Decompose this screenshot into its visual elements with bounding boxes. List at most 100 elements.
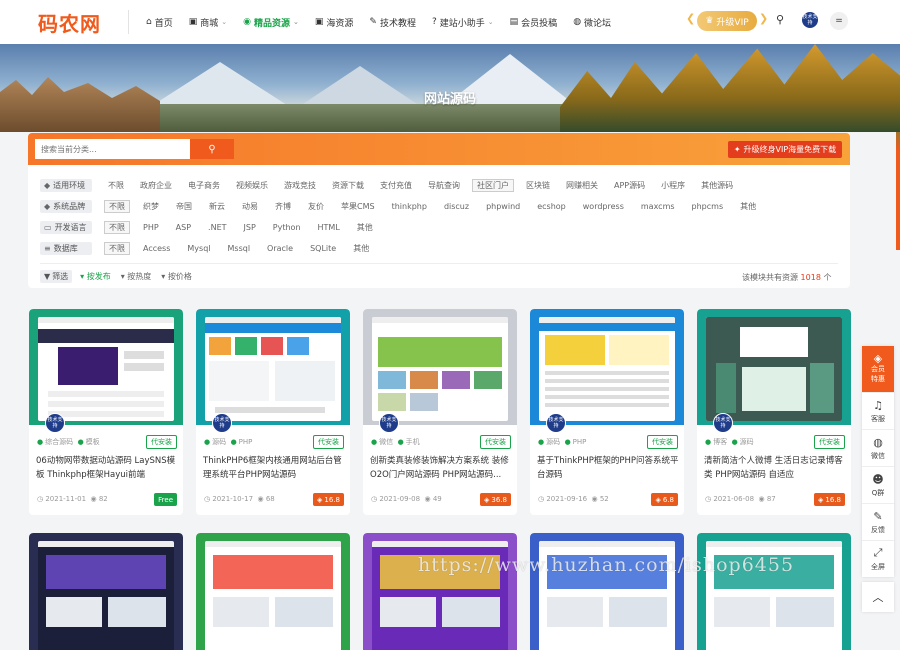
filter-option[interactable]: 社区门户: [472, 178, 514, 192]
filter-option[interactable]: 电子商务: [184, 179, 224, 192]
card-thumbnail[interactable]: [530, 533, 684, 650]
card-thumbnail[interactable]: [29, 309, 183, 425]
resource-card[interactable]: [697, 533, 851, 650]
card-thumbnail[interactable]: [363, 533, 517, 650]
filter-option[interactable]: 不限: [104, 199, 130, 213]
sort-option[interactable]: ▾ 按发布: [80, 271, 111, 282]
card-thumbnail[interactable]: [29, 533, 183, 650]
filter-option[interactable]: maxcms: [637, 200, 679, 213]
filter-option[interactable]: 小程序: [657, 179, 689, 192]
filter-option[interactable]: .NET: [204, 221, 230, 234]
filter-option[interactable]: wordpress: [579, 200, 628, 213]
screenshot-preview: [38, 541, 174, 650]
card-title[interactable]: 06动物网带数据动站源码 LaySNS模板 Thinkphp框架Hayui前端: [36, 454, 178, 482]
filter-option[interactable]: 苹果CMS: [337, 200, 379, 213]
category-search-button[interactable]: ⚲: [190, 139, 234, 159]
card-title[interactable]: 创新类真装修装饰解决方案系统 装修O2O门户网站源码 PHP网站源码...: [370, 454, 512, 482]
card-title[interactable]: 清新简洁个人微博 生活日志记录博客类 PHP网站源码 自适应: [704, 454, 846, 482]
card-thumbnail[interactable]: [196, 533, 350, 650]
filter-option[interactable]: 新云: [205, 200, 229, 213]
filter-option[interactable]: 不限: [104, 220, 130, 234]
upgrade-vip-button[interactable]: ♛ 升级VIP: [697, 11, 757, 31]
nav-item-4[interactable]: ✎ 技术教程: [369, 16, 416, 29]
filter-option[interactable]: SQLite: [306, 242, 340, 255]
filter-option[interactable]: 其他: [353, 221, 377, 234]
filter-option[interactable]: discuz: [440, 200, 473, 213]
nav-item-6[interactable]: ▤ 会员投稿: [510, 16, 558, 29]
filter-option[interactable]: 不限: [104, 179, 128, 192]
nav-item-0[interactable]: ⌂ 首页: [146, 16, 173, 29]
filter-option[interactable]: 政府企业: [136, 179, 176, 192]
filter-option[interactable]: Mssql: [224, 242, 255, 255]
filter-option[interactable]: Access: [139, 242, 174, 255]
nav-item-1[interactable]: ▣ 商城 ⌄: [189, 16, 227, 29]
card-thumbnail[interactable]: [530, 309, 684, 425]
resource-card[interactable]: 技术支持 ● 微信 ● 手机 代安装 创新类真装修装饰解决方案系统 装修O2O门户网站源码…: [363, 309, 517, 515]
filter-option[interactable]: phpwind: [482, 200, 524, 213]
filter-option[interactable]: 其他: [349, 242, 373, 255]
resource-card[interactable]: [29, 533, 183, 650]
filter-option[interactable]: ecshop: [533, 200, 570, 213]
filter-option[interactable]: 游戏竞技: [280, 179, 320, 192]
filter-option[interactable]: PHP: [139, 221, 163, 234]
filter-toggle-button[interactable]: ▼ 筛选: [40, 270, 73, 283]
card-thumbnail[interactable]: [363, 309, 517, 425]
resource-card[interactable]: [196, 533, 350, 650]
side-item-3[interactable]: ✎ 反馈: [862, 503, 894, 540]
filter-option[interactable]: Oracle: [263, 242, 297, 255]
side-item-2[interactable]: ☻ Q群: [862, 466, 894, 503]
side-item-4[interactable]: ⤢ 全屏: [862, 540, 894, 577]
filter-option[interactable]: thinkphp: [388, 200, 431, 213]
filter-option[interactable]: HTML: [314, 221, 344, 234]
filter-option[interactable]: phpcms: [688, 200, 728, 213]
filter-option[interactable]: 其他: [736, 200, 760, 213]
filter-option[interactable]: 支付充值: [376, 179, 416, 192]
card-thumbnail[interactable]: [697, 533, 851, 650]
filter-option[interactable]: APP源码: [610, 179, 649, 192]
nav-item-7[interactable]: ◍ 微论坛: [573, 16, 611, 29]
resource-card[interactable]: 技术支持 ● 博客 ● 源码 代安装 清新简洁个人微博 生活日志记录博客类 PHP网站源码…: [697, 309, 851, 515]
filter-option[interactable]: JSP: [240, 221, 260, 234]
sort-option[interactable]: ▾ 按热度: [121, 271, 152, 282]
resource-card[interactable]: [363, 533, 517, 650]
resource-card[interactable]: [530, 533, 684, 650]
filter-option[interactable]: ASP: [172, 221, 195, 234]
side-item-1[interactable]: ◍ 微信: [862, 429, 894, 466]
side-vip-button[interactable]: ◈ 会员 特惠: [862, 346, 894, 392]
filter-option[interactable]: Python: [269, 221, 305, 234]
avatar[interactable]: 技术支持: [802, 12, 818, 28]
filter-option[interactable]: 友价: [304, 200, 328, 213]
filter-option[interactable]: 帝国: [172, 200, 196, 213]
sort-option[interactable]: ▾ 按价格: [161, 271, 192, 282]
resource-card[interactable]: 技术支持 ● 源码 ● PHP 代安装 ThinkPHP6框架内核通用网站后台管理系统平台…: [196, 309, 350, 515]
search-icon[interactable]: ⚲: [776, 13, 784, 26]
support-badge: 技术支持: [45, 413, 65, 433]
category-search-input[interactable]: [35, 139, 190, 159]
filter-option[interactable]: 齐博: [271, 200, 295, 213]
filter-option[interactable]: 视频娱乐: [232, 179, 272, 192]
card-thumbnail[interactable]: [196, 309, 350, 425]
filter-option[interactable]: 区块链: [522, 179, 554, 192]
filter-option[interactable]: 网赚相关: [562, 179, 602, 192]
resource-card[interactable]: 技术支持 ● 综合源码 ● 模板 代安装 06动物网带数据动站源码 LaySNS模板 Th…: [29, 309, 183, 515]
filter-option[interactable]: 资源下载: [328, 179, 368, 192]
card-title[interactable]: ThinkPHP6框架内核通用网站后台管理系统平台PHP网站源码: [203, 454, 345, 482]
lifetime-vip-button[interactable]: ✦ 升级终身VIP海量免费下载: [728, 141, 842, 158]
filter-option[interactable]: 不限: [104, 241, 130, 255]
filter-option[interactable]: 导航查询: [424, 179, 464, 192]
menu-icon[interactable]: =: [830, 12, 848, 30]
card-thumbnail[interactable]: [697, 309, 851, 425]
nav-item-2[interactable]: ◉ 精品资源 ⌄: [243, 16, 299, 29]
back-to-top-button[interactable]: ︿: [862, 582, 894, 612]
nav-item-3[interactable]: ▣ 海资源: [315, 16, 354, 29]
filter-option[interactable]: 其他源码: [697, 179, 737, 192]
card-title[interactable]: 基于ThinkPHP框架的PHP问答系统平台源码: [537, 454, 679, 482]
nav-item-5[interactable]: ? 建站小助手 ⌄: [432, 16, 494, 29]
filter-option[interactable]: Mysql: [183, 242, 214, 255]
filter-option[interactable]: 动易: [238, 200, 262, 213]
dot-icon: ●: [731, 438, 738, 446]
filter-option[interactable]: 织梦: [139, 200, 163, 213]
resource-card[interactable]: 技术支持 ● 源码 ● PHP 代安装 基于ThinkPHP框架的PHP问答系统平台源码 ◷…: [530, 309, 684, 515]
side-item-0[interactable]: ♫ 客服: [862, 392, 894, 429]
site-logo[interactable]: 码农网: [38, 8, 101, 37]
